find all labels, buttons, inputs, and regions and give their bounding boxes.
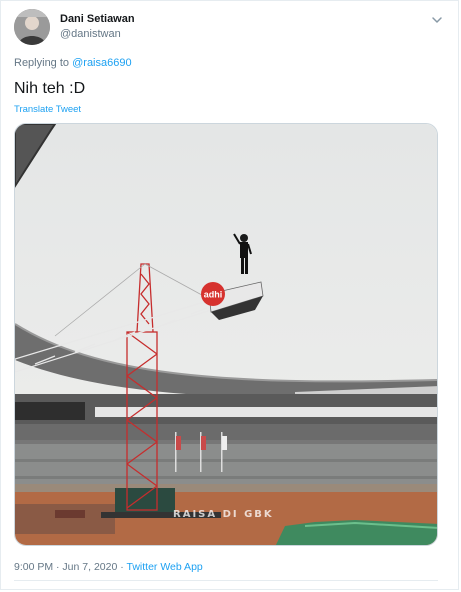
tweet-header: Dani Setiawan @danistwan — [14, 9, 444, 49]
divider — [14, 580, 438, 581]
avatar[interactable] — [14, 9, 50, 45]
tweet-meta: 9:00 PM · Jun 7, 2020 · Twitter Web App — [14, 561, 203, 573]
photo-watermark: RAISA DI GBK — [173, 509, 274, 520]
source-app-link[interactable]: Twitter Web App — [126, 561, 202, 573]
tweet-text: Nih teh :D — [14, 80, 86, 97]
chevron-down-icon[interactable] — [430, 13, 444, 27]
adhi-logo: adhi — [204, 290, 223, 300]
author-name[interactable]: Dani Setiawan — [60, 13, 135, 25]
reply-to-link[interactable]: @raisa6690 — [72, 57, 131, 69]
author-handle[interactable]: @danistwan — [60, 28, 121, 40]
reply-prefix: Replying to — [14, 57, 70, 69]
reply-context: Replying to @raisa6690 — [14, 57, 132, 69]
tweet-timestamp[interactable]: 9:00 PM · Jun 7, 2020 — [14, 561, 117, 573]
tweet-photo[interactable]: adhi RAISA DI GBK — [14, 123, 438, 546]
translate-tweet-link[interactable]: Translate Tweet — [14, 104, 81, 115]
